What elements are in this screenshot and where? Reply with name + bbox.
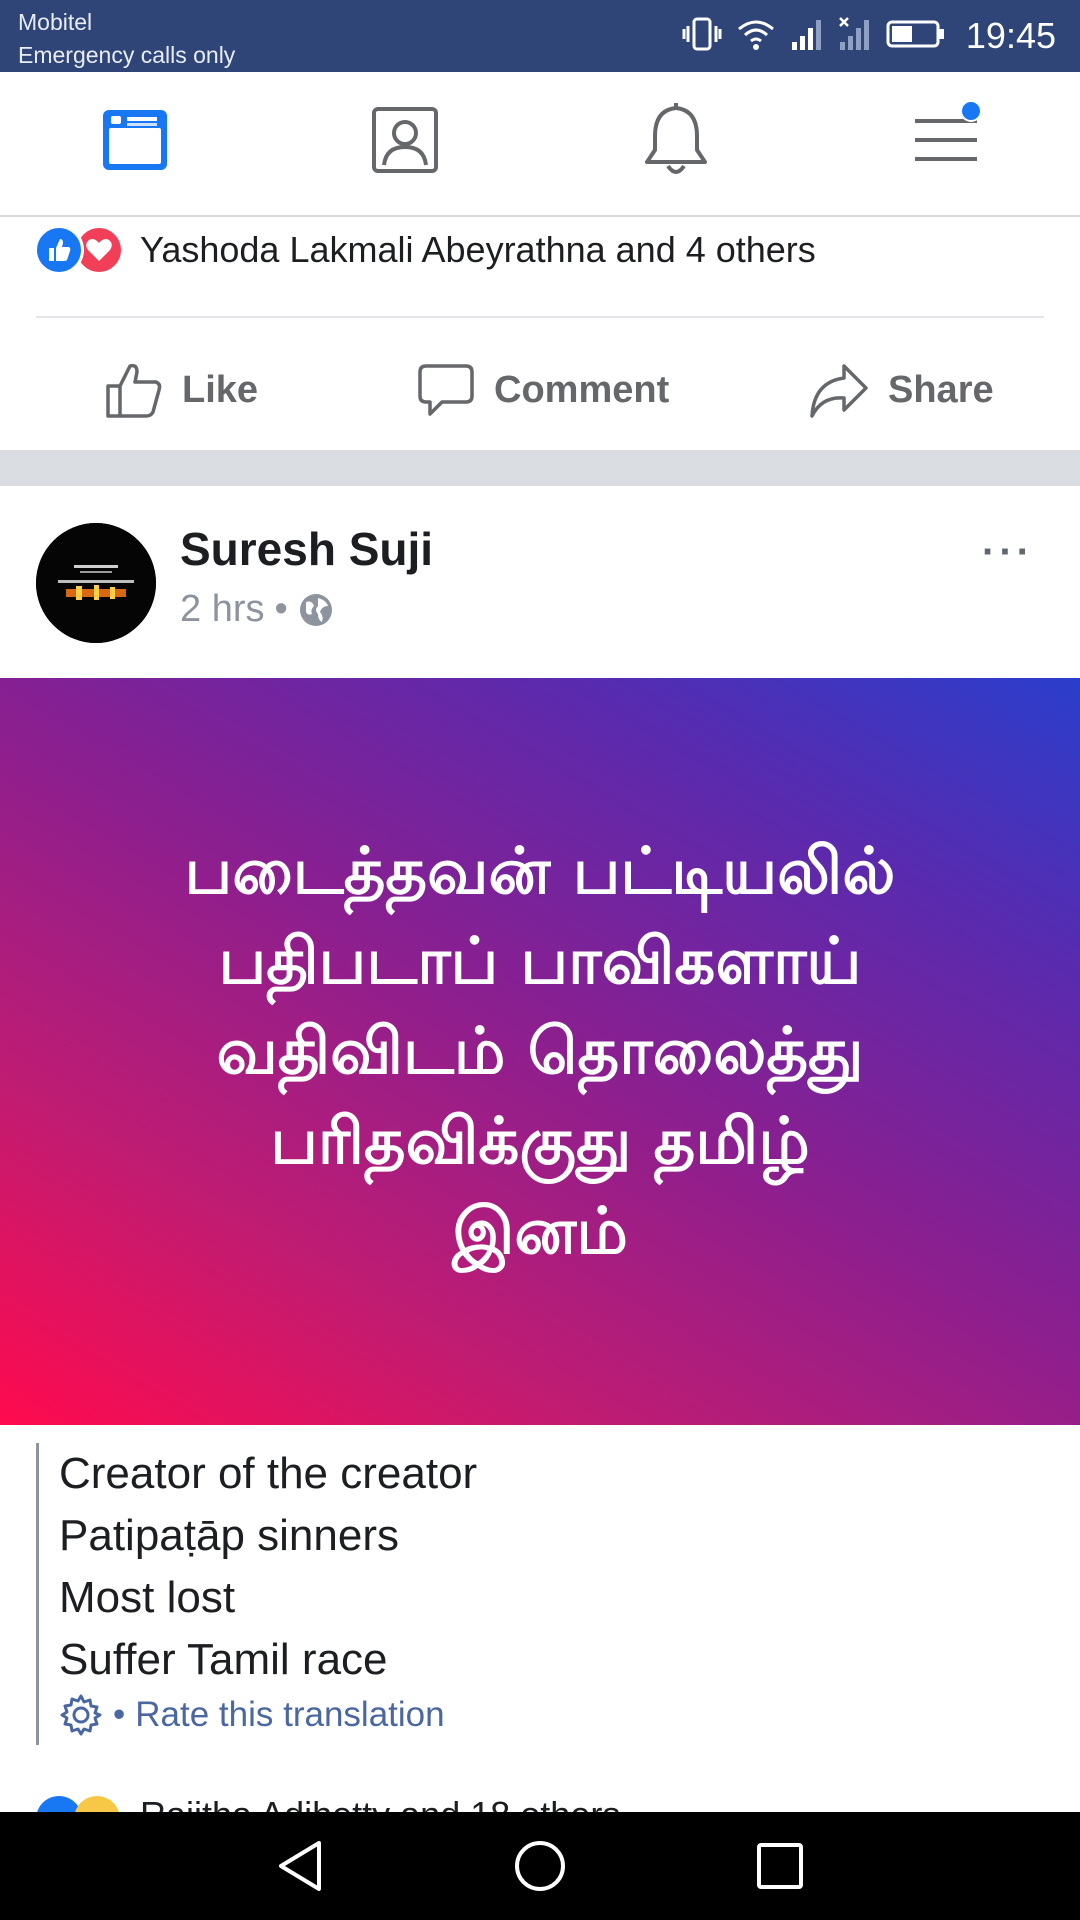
- back-triangle-icon: [279, 1841, 321, 1891]
- status-bar: Mobitel Emergency calls only 19:45: [0, 0, 1080, 72]
- menu-notification-badge: [960, 100, 982, 122]
- wifi-icon: [736, 16, 776, 57]
- author-avatar[interactable]: [36, 523, 156, 643]
- comment-button[interactable]: Comment: [416, 340, 669, 440]
- post-text-banner: படைத்தவன் பட்டியலில் பதிபடாப் பாவிகளாய் …: [0, 678, 1080, 1425]
- notifications-tab[interactable]: [636, 100, 716, 180]
- recents-button[interactable]: [750, 1836, 810, 1896]
- clock: 19:45: [965, 15, 1056, 56]
- like-label: Like: [182, 368, 259, 411]
- comment-icon: [418, 364, 474, 416]
- share-icon: [810, 364, 868, 418]
- news-feed-tab[interactable]: [95, 100, 175, 180]
- post-meta: 2 hrs •: [180, 588, 334, 631]
- share-button[interactable]: Share: [808, 340, 994, 440]
- post-time[interactable]: 2 hrs: [180, 588, 264, 631]
- rate-translation-row[interactable]: • Rate this translation: [59, 1693, 445, 1737]
- system-navigation-bar: [0, 1812, 1080, 1920]
- news-feed-icon: [103, 110, 167, 170]
- signal-no-service-icon: [838, 16, 872, 57]
- status-icons: 19:45: [682, 14, 1056, 58]
- reactions-summary[interactable]: Yashoda Lakmali Abeyrathna and 4 others: [34, 220, 816, 280]
- like-icon: [106, 363, 162, 418]
- like-reaction-icon: [34, 225, 84, 275]
- notifications-bell-icon: [645, 103, 707, 174]
- menu-tab[interactable]: [906, 100, 986, 180]
- author-name[interactable]: Suresh Suji: [180, 522, 433, 576]
- rate-separator: •: [113, 1695, 126, 1734]
- battery-icon: [886, 16, 946, 57]
- translation-line: Creator of the creator: [59, 1449, 478, 1498]
- status-left: Mobitel Emergency calls only: [18, 6, 235, 72]
- meta-separator: •: [274, 588, 288, 630]
- top-navigation: [0, 72, 1080, 217]
- post-actions: Like Comment Share: [0, 340, 1080, 440]
- rate-translation-link[interactable]: Rate this translation: [135, 1695, 444, 1735]
- divider: [36, 316, 1044, 318]
- reactions-text: Yashoda Lakmali Abeyrathna and 4 others: [140, 229, 816, 270]
- vibrate-icon: [682, 16, 722, 57]
- profile-tab[interactable]: [365, 100, 445, 180]
- home-circle-icon: [515, 1841, 565, 1891]
- carrier-name: Mobitel: [18, 9, 93, 35]
- post-banner-text: படைத்தவன் பட்டியலில் பதிபடாப் பாவிகளாய் …: [184, 834, 896, 1269]
- recents-square-icon: [757, 1843, 803, 1889]
- home-button[interactable]: [510, 1836, 570, 1896]
- comment-label: Comment: [494, 368, 670, 411]
- translation-block: Creator of the creator Patipaṭāp sinners…: [36, 1443, 1036, 1745]
- back-button[interactable]: [270, 1836, 330, 1896]
- gear-icon: [60, 1694, 102, 1736]
- share-label: Share: [888, 368, 994, 411]
- globe-icon: [299, 593, 332, 626]
- profile-icon: [372, 107, 438, 173]
- translation-line: Suffer Tamil race: [59, 1635, 388, 1684]
- translation-line: Most lost: [59, 1573, 236, 1622]
- translation-line: Patipaṭāp sinners: [59, 1511, 399, 1560]
- feed-separator: [0, 450, 1080, 486]
- like-button[interactable]: Like: [104, 340, 258, 440]
- network-status: Emergency calls only: [18, 42, 236, 68]
- post-more-options-button[interactable]: ···: [982, 530, 1034, 575]
- signal-icon: [790, 16, 824, 57]
